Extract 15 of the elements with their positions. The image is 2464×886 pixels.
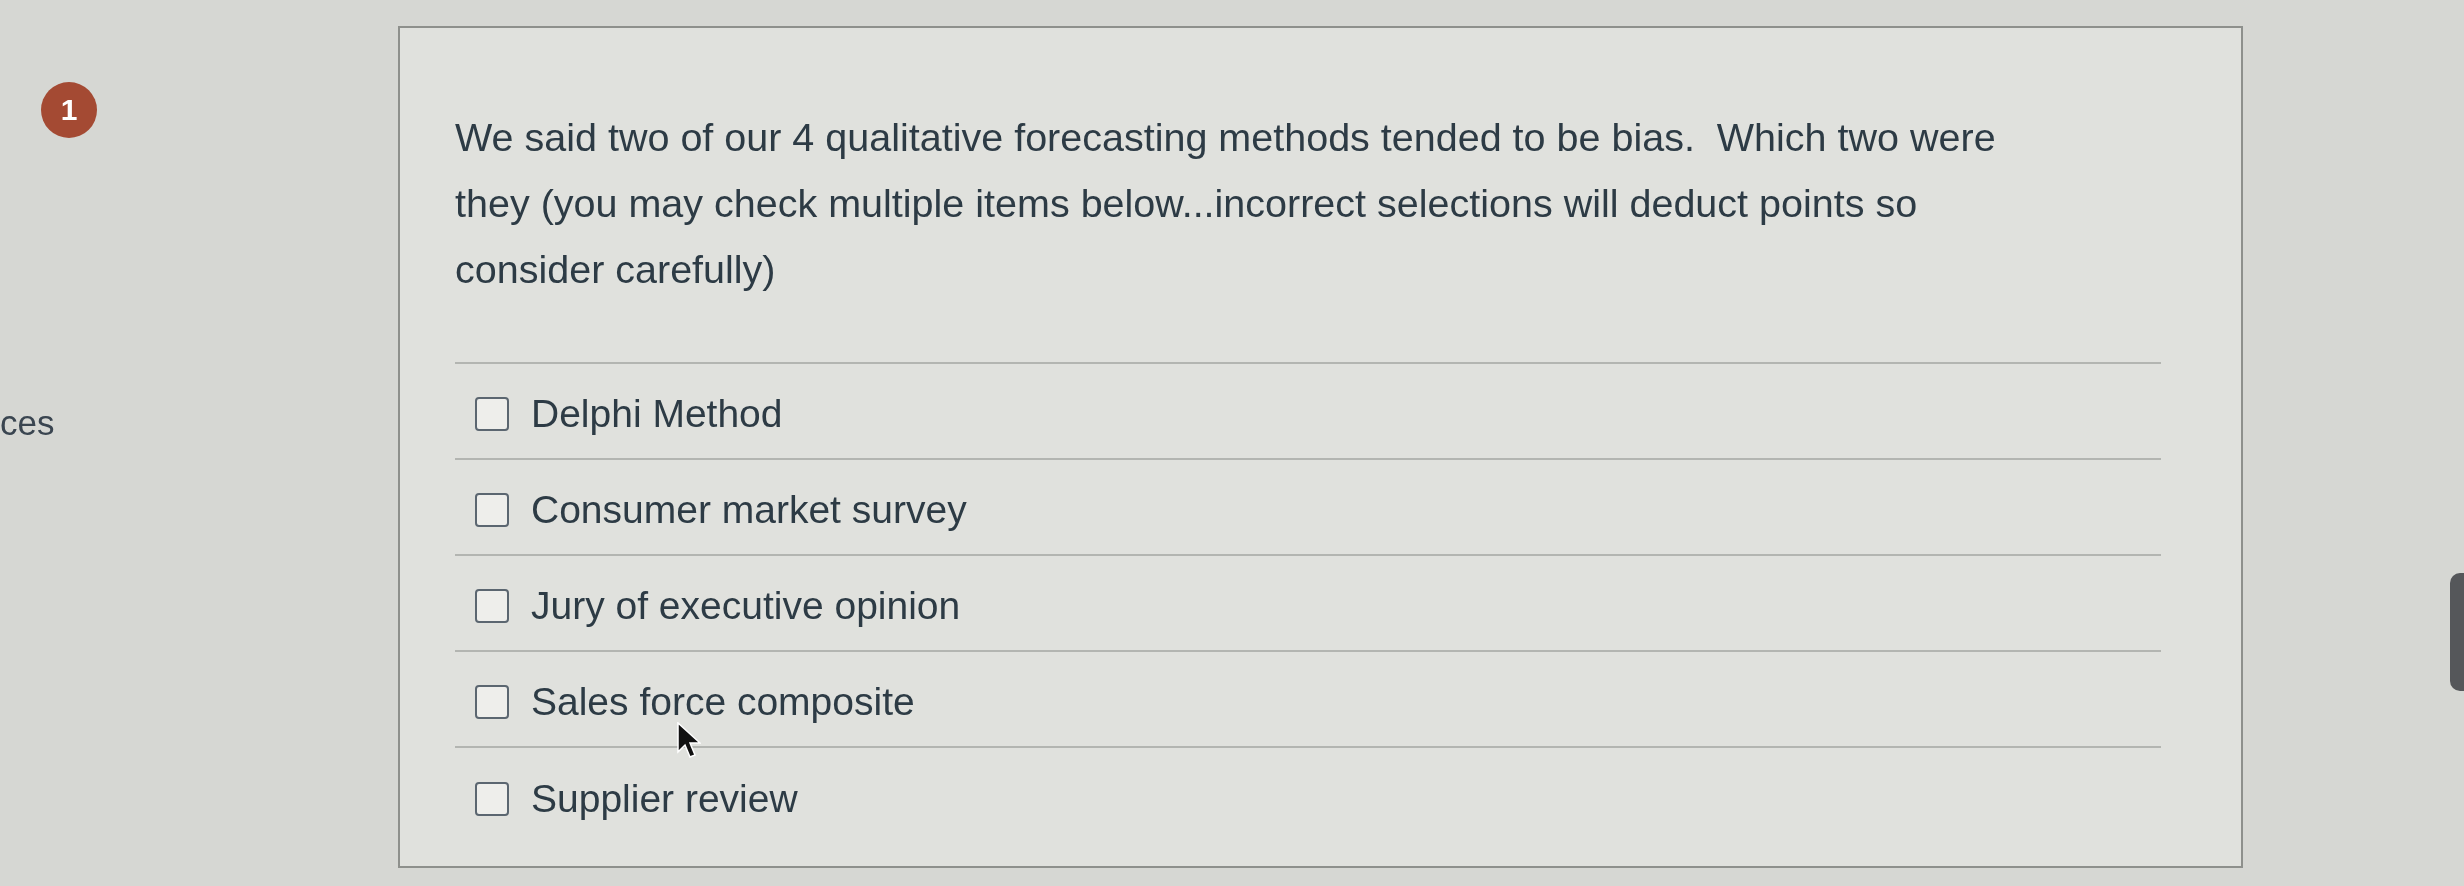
question-text: We said two of our 4 qualitative forecasting methods tended to be bias. Which two were they (you may check multiple items below...incorrect selections will deduct points so consider carefully) bbox=[455, 114, 1997, 293]
checkbox[interactable] bbox=[475, 685, 509, 719]
scrollbar-thumb[interactable] bbox=[2450, 573, 2464, 691]
option-label[interactable]: Jury of executive opinion bbox=[531, 583, 961, 629]
question-number-badge: 1 bbox=[41, 82, 97, 138]
sidebar-text: ces bbox=[0, 402, 55, 444]
checkbox[interactable] bbox=[475, 782, 509, 816]
option-label[interactable]: Supplier review bbox=[531, 776, 798, 822]
checkbox[interactable] bbox=[475, 589, 509, 623]
option-label[interactable]: Delphi Method bbox=[531, 391, 783, 437]
option-label[interactable]: Sales force composite bbox=[531, 679, 915, 725]
option-label[interactable]: Consumer market survey bbox=[531, 487, 967, 533]
checkbox[interactable] bbox=[475, 493, 509, 527]
mouse-pointer-icon bbox=[677, 722, 701, 758]
checkbox[interactable] bbox=[475, 397, 509, 431]
